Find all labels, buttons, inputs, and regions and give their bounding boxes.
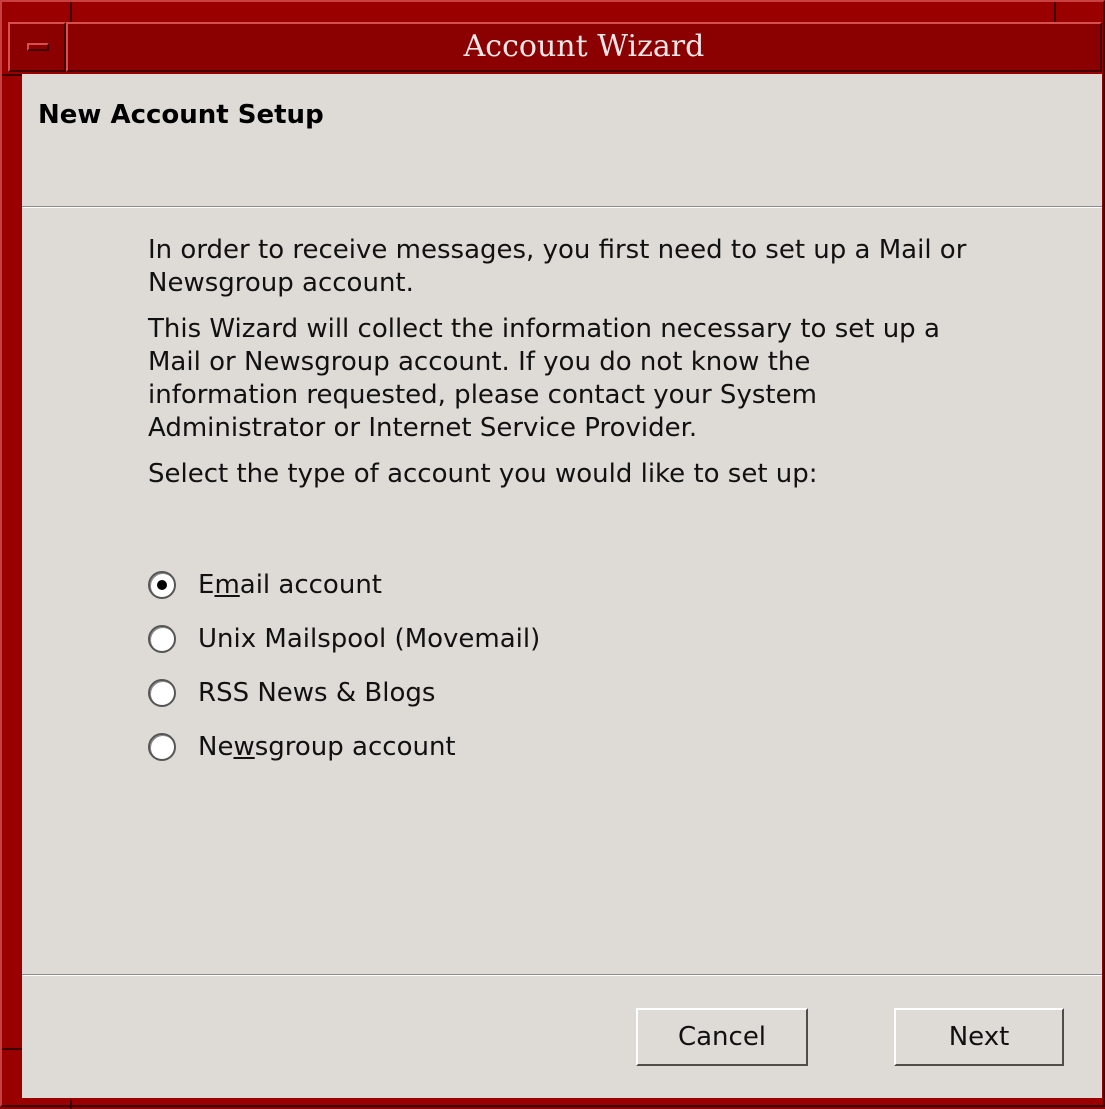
- next-button[interactable]: Next: [894, 1008, 1064, 1066]
- option-email-account[interactable]: Email account: [148, 558, 540, 612]
- page-title: New Account Setup: [38, 100, 324, 130]
- info-text: This Wizard will collect the information…: [148, 314, 940, 443]
- option-rss-news[interactable]: RSS News & Blogs: [148, 666, 540, 720]
- unix-mailspool-radio[interactable]: [148, 625, 176, 653]
- frame-notch: [70, 1100, 72, 1109]
- email-label: Email account: [198, 570, 382, 600]
- prompt-text: Select the type of account you would lik…: [148, 459, 818, 489]
- option-newsgroup-account[interactable]: Newsgroup account: [148, 720, 540, 774]
- dialog-body: New Account Setup In order to receive me…: [22, 74, 1102, 1098]
- title-bar[interactable]: Account Wizard: [66, 22, 1102, 72]
- rss-label: RSS News & Blogs: [198, 678, 436, 708]
- option-unix-mailspool[interactable]: Unix Mailspool (Movemail): [148, 612, 540, 666]
- frame-notch: [1054, 2, 1056, 24]
- wizard-header: New Account Setup: [22, 74, 1102, 208]
- email-radio[interactable]: [148, 571, 176, 599]
- rss-radio[interactable]: [148, 679, 176, 707]
- cancel-button[interactable]: Cancel: [636, 1008, 808, 1066]
- wizard-content: In order to receive messages, you first …: [148, 234, 968, 504]
- header-separator: [22, 206, 1102, 208]
- newsgroup-radio[interactable]: [148, 733, 176, 761]
- account-type-group: Email account Unix Mailspool (Movemail) …: [148, 558, 540, 774]
- footer-separator: [22, 974, 1102, 976]
- intro-text: In order to receive messages, you first …: [148, 235, 967, 298]
- frame-notch: [2, 1048, 22, 1050]
- newsgroup-label: Newsgroup account: [198, 732, 456, 762]
- unix-mailspool-label: Unix Mailspool (Movemail): [198, 624, 541, 654]
- frame-notch: [70, 2, 72, 24]
- window-menu-icon: [27, 43, 49, 51]
- window-menu-button[interactable]: [8, 22, 66, 72]
- window-title: Account Wizard: [463, 29, 705, 64]
- frame-notch: [2, 74, 22, 76]
